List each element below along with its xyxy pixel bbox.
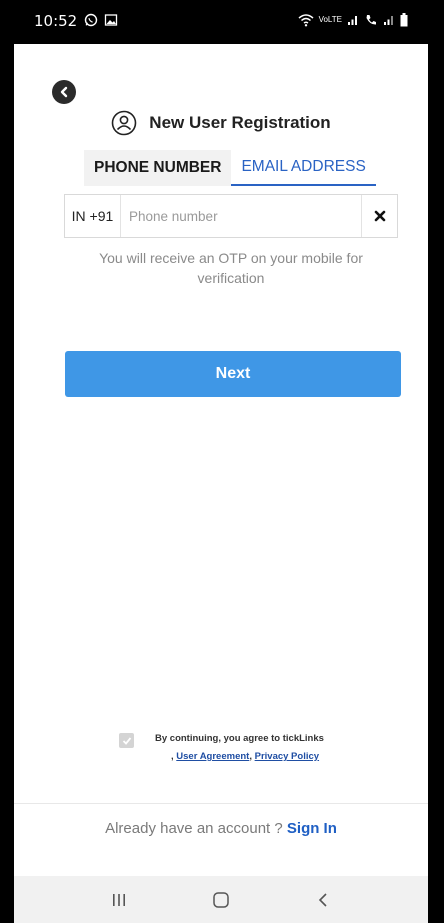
image-icon xyxy=(104,14,118,26)
signin-prompt: Already have an account ? xyxy=(105,820,287,837)
sign-in-link[interactable]: Sign In xyxy=(287,820,337,837)
page-title: New User Registration xyxy=(149,113,331,132)
recent-apps-icon xyxy=(113,893,125,906)
android-nav-bar xyxy=(14,876,428,923)
status-bar: 10:52 VoLTE xyxy=(14,0,428,44)
signal-2-icon xyxy=(384,16,393,25)
user-circle-icon xyxy=(111,110,137,136)
whatsapp-icon xyxy=(84,13,98,27)
agreement-checkbox[interactable] xyxy=(119,733,134,748)
nav-back-button[interactable] xyxy=(294,876,354,923)
home-icon xyxy=(213,891,229,908)
status-right-icons: VoLTE xyxy=(298,13,408,27)
registration-tabs: PHONE NUMBER EMAIL ADDRESS xyxy=(84,150,376,186)
tab-email-address[interactable]: EMAIL ADDRESS xyxy=(231,150,376,186)
otp-info-text: You will receive an OTP on your mobile f… xyxy=(99,250,363,286)
recent-apps-button[interactable] xyxy=(89,876,149,923)
next-button[interactable]: Next xyxy=(65,351,401,397)
home-button[interactable] xyxy=(191,876,251,923)
close-icon xyxy=(374,210,385,222)
phone-input-group: IN +91 xyxy=(64,194,398,238)
checkmark-icon xyxy=(122,736,131,745)
agreement-links: , User Agreement, Privacy Policy xyxy=(171,751,319,762)
privacy-policy-link[interactable]: Privacy Policy xyxy=(255,751,319,762)
agreement-text: By continuing, you agree to tickLinks xyxy=(155,733,324,744)
page-title-row: New User Registration xyxy=(14,106,428,140)
divider xyxy=(14,803,428,804)
volte-lte-icon: VoLTE xyxy=(318,15,342,24)
tab-phone-number[interactable]: PHONE NUMBER xyxy=(84,150,232,186)
back-arrow-icon xyxy=(60,86,68,98)
back-button[interactable] xyxy=(52,80,76,104)
status-time: 10:52 xyxy=(34,12,78,30)
user-agreement-link[interactable]: User Agreement xyxy=(176,751,249,762)
signin-row: Already have an account ? Sign In xyxy=(14,820,428,837)
wifi-call-icon xyxy=(366,15,376,25)
clear-button[interactable] xyxy=(361,195,397,237)
wifi-icon xyxy=(298,14,314,27)
signal-icon xyxy=(348,16,357,25)
phone-number-input[interactable] xyxy=(121,195,361,237)
battery-icon xyxy=(400,13,408,27)
country-code-selector[interactable]: IN +91 xyxy=(65,195,121,237)
status-left-icons xyxy=(84,13,118,27)
app-screen: 10:52 VoLTE New User Registration PHONE … xyxy=(14,0,428,923)
back-icon xyxy=(318,892,327,907)
